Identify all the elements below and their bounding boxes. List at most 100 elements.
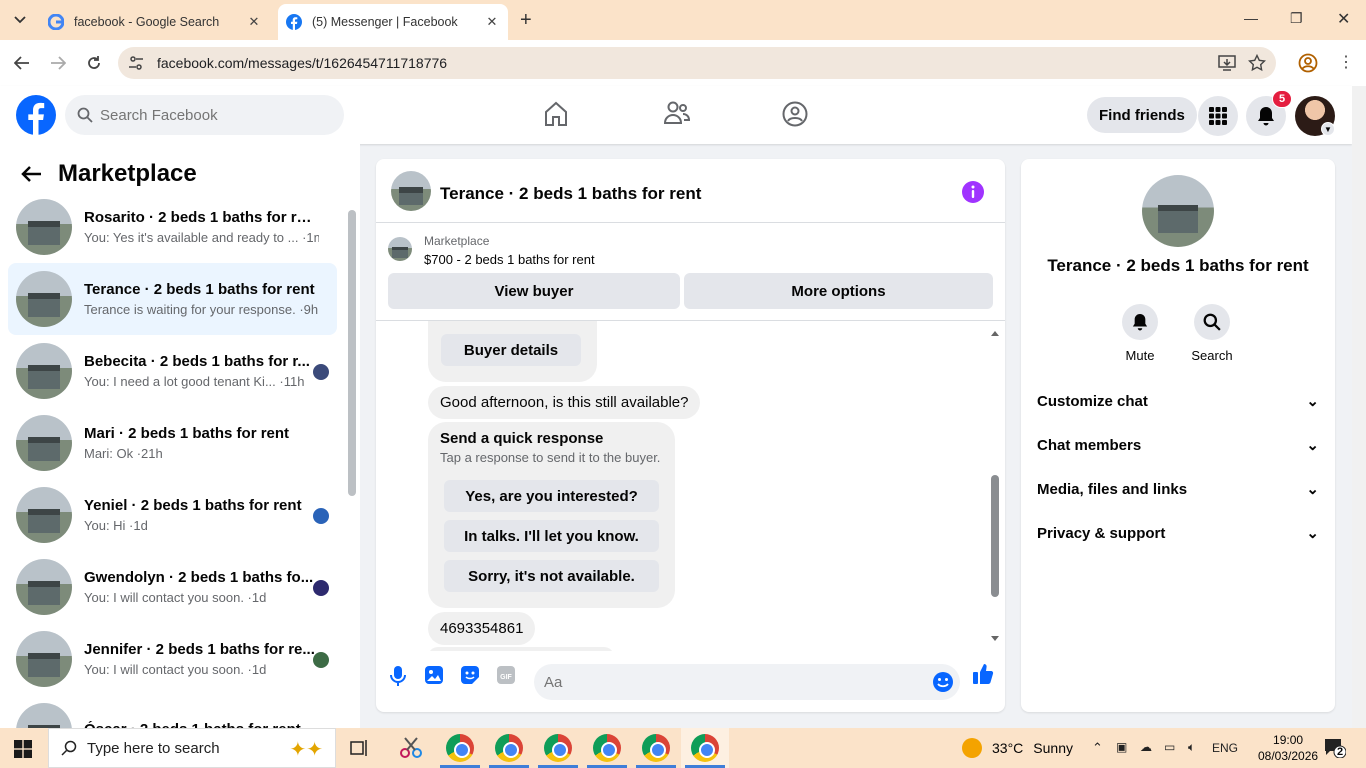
mute-button[interactable]: Mute: [1110, 304, 1170, 363]
conversation-name: Terance · 2 beds 1 baths for rent: [84, 281, 315, 298]
customize-chat-section[interactable]: Customize chat ⌄: [1037, 392, 1319, 411]
conversation-item[interactable]: Gwendolyn · 2 beds 1 baths fo... You: I w…: [8, 551, 337, 623]
conversation-item[interactable]: Jennifer · 2 beds 1 baths for re... You: …: [8, 623, 337, 695]
home-icon[interactable]: [544, 101, 568, 127]
bell-icon: [1122, 304, 1158, 340]
language-indicator[interactable]: ENG: [1212, 741, 1238, 755]
privacy-support-section[interactable]: Privacy & support ⌄: [1037, 524, 1319, 543]
tab-search-menu-icon[interactable]: [8, 8, 32, 32]
facebook-icon: [286, 14, 302, 30]
taskbar-search-box[interactable]: Type here to search ✦✦: [48, 728, 336, 768]
snipping-tool-icon[interactable]: [398, 736, 424, 760]
marketplace-chat-list: Marketplace Rosarito · 2 beds 1 baths fo…: [0, 144, 360, 759]
close-tab-icon[interactable]: ✕: [484, 14, 500, 30]
browser-menu-icon[interactable]: ⋮: [1338, 52, 1354, 72]
conversation-list-scrollbar[interactable]: [345, 194, 359, 724]
message-input[interactable]: [544, 664, 914, 700]
section-label: Customize chat: [1037, 392, 1148, 410]
sun-icon: [962, 738, 982, 758]
back-icon[interactable]: [12, 53, 32, 73]
friends-icon[interactable]: [664, 101, 690, 125]
message-input-box[interactable]: [534, 664, 960, 700]
gif-icon[interactable]: GIF: [496, 665, 516, 685]
conversation-item[interactable]: Rosarito · 2 beds 1 baths for rent You: Y…: [8, 191, 337, 263]
listing-thumbnail[interactable]: [391, 171, 431, 211]
tab-google-search[interactable]: facebook - Google Search ✕: [40, 4, 270, 40]
chevron-down-icon: ⌄: [1306, 481, 1319, 498]
view-buyer-button[interactable]: View buyer: [388, 273, 680, 309]
find-friends-button[interactable]: Find friends: [1087, 97, 1197, 133]
listing-thumbnail: [388, 237, 412, 261]
listing-thumbnail[interactable]: [1142, 175, 1214, 247]
seen-avatar: [313, 580, 329, 596]
scrollbar-thumb[interactable]: [348, 210, 356, 496]
media-files-links-section[interactable]: Media, files and links ⌄: [1037, 480, 1319, 499]
install-app-icon[interactable]: [1218, 54, 1236, 72]
chat-title[interactable]: Terance · 2 beds 1 baths for rent: [440, 184, 701, 204]
buyer-details-button[interactable]: Buyer details: [441, 334, 581, 366]
quick-reply-button[interactable]: In talks. I'll let you know.: [444, 520, 659, 552]
minimize-icon[interactable]: —: [1244, 10, 1258, 26]
chrome-app-icon[interactable]: [544, 734, 572, 762]
site-settings-icon[interactable]: [128, 55, 144, 71]
quick-reply-button[interactable]: Yes, are you interested?: [444, 480, 659, 512]
chrome-app-icon-active[interactable]: [691, 734, 719, 762]
chat-header: Terance · 2 beds 1 baths for rent: [376, 159, 1005, 223]
display-icon[interactable]: ▭: [1164, 740, 1175, 754]
clock[interactable]: 19:00 08/03/2026: [1258, 732, 1318, 764]
search-icon: [77, 107, 93, 123]
close-tab-icon[interactable]: ✕: [246, 14, 262, 30]
conversation-item[interactable]: Mari · 2 beds 1 baths for rent Mari: Ok ·…: [8, 407, 337, 479]
facebook-search-input[interactable]: [100, 95, 330, 135]
address-bar[interactable]: facebook.com/messages/t/1626454711718776: [118, 47, 1276, 79]
forward-icon[interactable]: [48, 53, 68, 73]
info-icon[interactable]: [962, 181, 984, 203]
chevron-up-icon[interactable]: ⌃: [1092, 740, 1103, 756]
reload-icon[interactable]: [84, 53, 104, 73]
microphone-icon[interactable]: [388, 665, 408, 687]
restore-icon[interactable]: ❐: [1290, 10, 1303, 27]
thread-scrollbar[interactable]: [989, 329, 1001, 651]
quick-reply-button[interactable]: Sorry, it's not available.: [444, 560, 659, 592]
listing-price[interactable]: $700 - 2 beds 1 baths for rent: [424, 252, 595, 267]
back-arrow-icon[interactable]: [20, 165, 42, 183]
new-tab-button[interactable]: +: [520, 10, 532, 30]
url-text[interactable]: facebook.com/messages/t/1626454711718776: [157, 55, 447, 71]
emoji-icon[interactable]: [932, 671, 954, 693]
sticker-icon[interactable]: [460, 665, 480, 685]
windows-start-icon[interactable]: [14, 740, 32, 758]
scroll-down-icon[interactable]: [989, 635, 1001, 643]
conversation-item[interactable]: Yeniel · 2 beds 1 baths for rent You: Hi …: [8, 479, 337, 551]
groups-icon[interactable]: [782, 101, 808, 127]
chevron-down-icon[interactable]: ▼: [1321, 122, 1335, 136]
facebook-logo-icon[interactable]: [16, 95, 56, 135]
window-close-icon[interactable]: ✕: [1337, 9, 1350, 29]
volume-icon[interactable]: 🔈︎: [1188, 740, 1195, 755]
thumbs-up-icon[interactable]: [972, 663, 994, 685]
chat-members-section[interactable]: Chat members ⌄: [1037, 436, 1319, 455]
temperature: 33°C: [992, 740, 1024, 756]
marketplace-listing-bar: Marketplace $700 - 2 beds 1 baths for re…: [376, 223, 1005, 321]
network-icon[interactable]: ☁: [1140, 740, 1152, 754]
weather-widget[interactable]: 33°C Sunny: [962, 738, 1073, 758]
scrollbar-thumb[interactable]: [991, 475, 999, 597]
bookmark-star-icon[interactable]: [1248, 54, 1266, 72]
scroll-up-icon: [991, 331, 999, 336]
meet-now-icon[interactable]: ▣: [1116, 740, 1127, 754]
chrome-app-icon[interactable]: [495, 734, 523, 762]
page-scrollbar[interactable]: [1352, 86, 1366, 728]
menu-grid-icon[interactable]: [1198, 96, 1238, 136]
search-conversation-button[interactable]: Search: [1182, 304, 1242, 363]
tab-messenger[interactable]: (5) Messenger | Facebook ✕: [278, 4, 508, 40]
profile-icon[interactable]: [1298, 53, 1318, 73]
task-view-icon[interactable]: [350, 739, 370, 757]
more-options-button[interactable]: More options: [684, 273, 993, 309]
chrome-app-icon[interactable]: [446, 734, 474, 762]
photo-icon[interactable]: [424, 665, 444, 685]
chrome-app-icon[interactable]: [593, 734, 621, 762]
facebook-search-box[interactable]: [65, 95, 344, 135]
chrome-app-icon[interactable]: [642, 734, 670, 762]
conversation-item[interactable]: Bebecita · 2 beds 1 baths for r... You: I…: [8, 335, 337, 407]
conversation-item-active[interactable]: Terance · 2 beds 1 baths for rent Terance…: [8, 263, 337, 335]
tab-title: (5) Messenger | Facebook: [312, 15, 458, 29]
